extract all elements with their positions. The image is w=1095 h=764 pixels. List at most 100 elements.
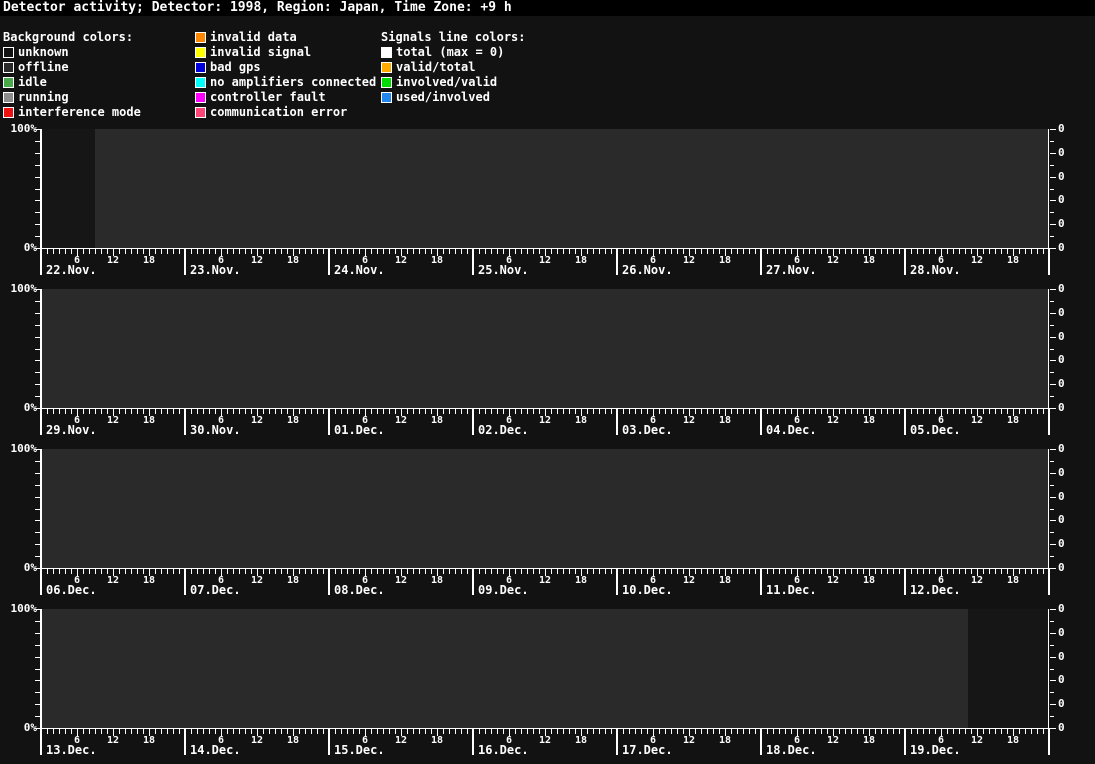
hour-tick (449, 409, 450, 414)
hour-tick (497, 569, 498, 574)
state-segment-offline (95, 129, 1049, 248)
hour-tick (119, 569, 120, 574)
invalid-signal-label: invalid signal (210, 46, 311, 59)
hour-tick (635, 729, 636, 734)
hour-tick (875, 409, 876, 414)
hour-tick (851, 569, 852, 574)
hour-tick (125, 569, 126, 574)
hour-tick (593, 569, 594, 574)
hour-tick (665, 729, 666, 734)
hour-tick (419, 569, 420, 574)
hour-tick (161, 569, 162, 574)
left-axis-tick (35, 384, 40, 385)
hour-tick (137, 249, 138, 254)
hour-tick (749, 249, 750, 254)
hour-tick (143, 409, 144, 414)
hour-tick (683, 409, 684, 414)
hour-tick (737, 249, 738, 254)
hour-tick (1037, 729, 1038, 734)
hour-tick (335, 409, 336, 414)
hour-tick (863, 249, 864, 254)
hour-tick (497, 409, 498, 414)
right-axis-tick (1050, 289, 1056, 290)
hour-tick (701, 729, 702, 734)
right-axis-tick (1050, 224, 1056, 225)
status-legend-item-no-amplifiers-connected: no amplifiers connected (195, 75, 376, 90)
hour-tick (491, 729, 492, 734)
right-axis-tick (1050, 449, 1056, 450)
left-axis-tick (35, 704, 40, 705)
left-axis-tick (35, 544, 40, 545)
hour-tick (989, 249, 990, 254)
hour-tick (809, 729, 810, 734)
idle-label: idle (18, 76, 47, 89)
day-tick (760, 408, 762, 435)
left-axis-tick (35, 692, 40, 693)
hour-tick (665, 409, 666, 414)
status-legend-item-bad-gps: bad gps (195, 60, 376, 75)
hour-tick (677, 569, 678, 574)
hour-tick (419, 729, 420, 734)
hour-tick (383, 409, 384, 414)
hour-tick (359, 249, 360, 254)
hour-tick (203, 409, 204, 414)
right-axis-line (1048, 289, 1049, 409)
hour-tick (107, 569, 108, 574)
hour-tick (413, 729, 414, 734)
hour-tick (287, 729, 288, 734)
hour-tick (845, 729, 846, 734)
hour-tick (359, 569, 360, 574)
hour-tick (587, 729, 588, 734)
left-axis-line (40, 289, 42, 409)
hour-tick (371, 409, 372, 414)
hour-label: 18 (284, 416, 302, 426)
hour-tick (485, 729, 486, 734)
hour-tick (203, 569, 204, 574)
valid-total-label: valid/total (396, 61, 475, 74)
hour-tick (821, 729, 822, 734)
right-axis-tick (1050, 657, 1056, 658)
invalid-data-label: invalid data (210, 31, 297, 44)
day-tick (760, 248, 762, 275)
right-axis-tick (1050, 189, 1054, 190)
hour-tick (317, 569, 318, 574)
hour-tick (1025, 729, 1026, 734)
left-axis-tick (35, 556, 40, 557)
hour-tick (287, 569, 288, 574)
hour-tick (827, 729, 828, 734)
plot-area (41, 609, 1049, 728)
hour-tick (317, 249, 318, 254)
right-axis-tick (1050, 153, 1056, 154)
state-segment-offline (41, 289, 1049, 408)
hour-tick (443, 249, 444, 254)
hour-tick (989, 569, 990, 574)
hour-label: 18 (1004, 736, 1022, 746)
hour-label: 6 (932, 416, 950, 426)
status-legend-item-controller-fault: controller fault (195, 90, 376, 105)
hour-tick (53, 729, 54, 734)
hour-tick (599, 569, 600, 574)
hour-tick (275, 409, 276, 414)
hour-tick (119, 729, 120, 734)
hour-tick (845, 249, 846, 254)
day-tick (616, 568, 618, 595)
hour-tick (785, 409, 786, 414)
hour-tick (491, 249, 492, 254)
hour-tick (695, 409, 696, 414)
hour-tick (503, 409, 504, 414)
hour-tick (557, 729, 558, 734)
hour-tick (479, 729, 480, 734)
hour-tick (353, 729, 354, 734)
hour-tick (707, 569, 708, 574)
hour-tick (455, 729, 456, 734)
hour-tick (311, 729, 312, 734)
hour-tick (233, 569, 234, 574)
hour-tick (419, 409, 420, 414)
hour-label: 12 (392, 736, 410, 746)
hour-tick (251, 409, 252, 414)
right-axis-tick (1050, 692, 1054, 693)
hour-tick (899, 409, 900, 414)
hour-tick (569, 569, 570, 574)
hour-label: 6 (644, 576, 662, 586)
hour-tick (755, 569, 756, 574)
